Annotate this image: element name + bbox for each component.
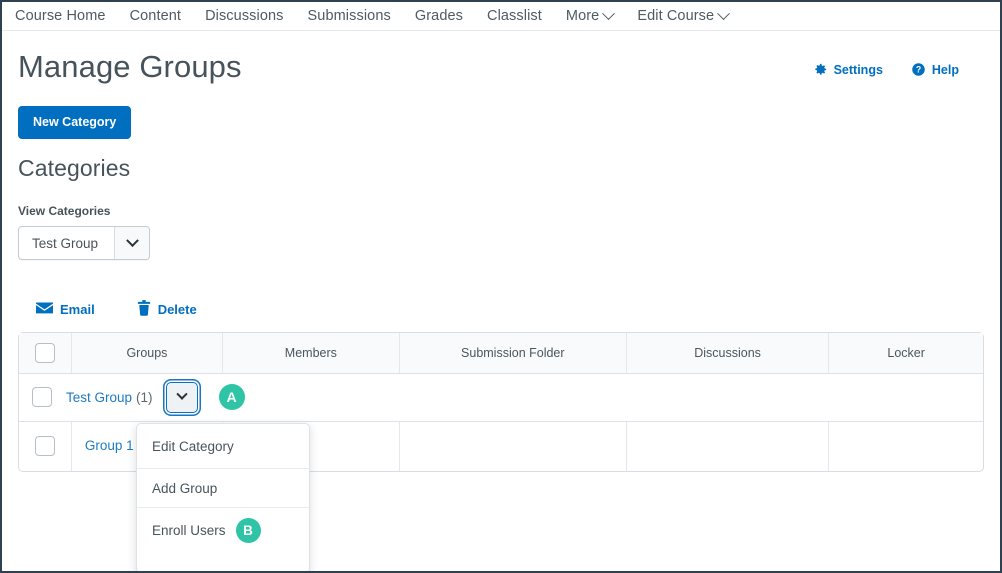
annotation-badge-a: A (218, 384, 245, 410)
help-icon: ? (911, 62, 926, 77)
row-locker-cell (829, 421, 983, 471)
category-row-cell: Test Group (1) A (19, 373, 983, 422)
menu-item-label: Enroll Users (152, 522, 226, 538)
nav-label: Discussions (205, 8, 284, 24)
menu-item-label: Add Group (152, 480, 218, 496)
menu-item-label: Edit Category (152, 438, 234, 454)
trash-icon (137, 300, 151, 319)
help-label: Help (931, 62, 959, 77)
course-navbar: Course Home Content Discussions Submissi… (2, 2, 1000, 31)
select-all-header (19, 333, 72, 374)
category-row-checkbox[interactable] (32, 387, 52, 407)
category-actions-dropdown-button[interactable] (165, 381, 198, 413)
select-all-checkbox[interactable] (34, 342, 55, 363)
nav-label: Submissions (307, 8, 391, 24)
nav-label: Grades (414, 8, 463, 24)
categories-section-title: Categories (18, 155, 131, 181)
chevron-down-icon (602, 6, 616, 20)
nav-label: Course Home (15, 8, 106, 24)
chevron-down-icon (175, 388, 188, 400)
gear-icon (813, 62, 828, 77)
column-header-groups: Groups (71, 333, 223, 374)
category-name-link[interactable]: Test Group (66, 390, 132, 405)
nav-item-edit-course[interactable]: Edit Course (637, 6, 740, 24)
column-header-discussions: Discussions (626, 333, 830, 374)
group-name-link[interactable]: Group 1 (85, 438, 134, 453)
menu-item-edit-category[interactable]: Edit Category (137, 424, 309, 469)
nav-label: Edit Course (637, 8, 715, 24)
email-button[interactable]: Email (36, 302, 95, 318)
menu-item-add-group[interactable]: Add Group (137, 469, 309, 508)
nav-item-classlist[interactable]: Classlist (487, 8, 554, 24)
view-categories-label: View Categories (18, 204, 111, 218)
column-header-members: Members (222, 333, 400, 374)
row-checkbox[interactable] (34, 436, 55, 457)
page-tools: Settings ? Help (813, 49, 984, 77)
view-categories-select[interactable]: Test Group (18, 226, 151, 260)
nav-item-submissions[interactable]: Submissions (308, 8, 403, 24)
svg-text:?: ? (916, 65, 921, 75)
column-header-locker: Locker (828, 333, 983, 374)
groups-table: Groups Members Submission Folder Discuss… (18, 332, 984, 571)
page-header: Manage Groups Settings ? Help (18, 31, 984, 85)
table-header-row: Groups Members Submission Folder Discuss… (19, 333, 983, 374)
nav-label: Classlist (487, 8, 542, 24)
delete-button[interactable]: Delete (137, 300, 197, 319)
category-context-menu: Edit Category Add Group Enroll Users B (136, 423, 310, 571)
new-category-button[interactable]: New Category (18, 106, 132, 139)
table-action-bar: Email Delete (18, 300, 984, 319)
settings-label: Settings (833, 62, 883, 77)
nav-item-more[interactable]: More (565, 6, 625, 24)
email-label: Email (60, 302, 95, 317)
nav-item-content[interactable]: Content (130, 8, 194, 24)
settings-button[interactable]: Settings (813, 62, 883, 77)
annotation-badge-b: B (235, 517, 261, 543)
category-group-count: (1) (136, 389, 153, 405)
row-submission-folder-cell (399, 421, 627, 471)
nav-label: Content (129, 8, 182, 24)
view-categories-selected-value: Test Group (32, 235, 99, 251)
chevron-down-icon (717, 6, 731, 20)
chevron-down-icon[interactable] (114, 227, 150, 259)
page-title: Manage Groups (18, 49, 242, 84)
nav-item-course-home[interactable]: Course Home (15, 8, 118, 24)
menu-item-enroll-users[interactable]: Enroll Users B (137, 508, 309, 552)
row-checkbox-cell (19, 421, 72, 471)
help-button[interactable]: ? Help (911, 62, 959, 77)
page-content: Manage Groups Settings ? Help New Catego… (2, 31, 1000, 571)
category-row: Test Group (1) A (19, 373, 983, 422)
nav-label: More (565, 8, 600, 24)
nav-item-discussions[interactable]: Discussions (205, 8, 295, 24)
delete-label: Delete (157, 302, 197, 317)
nav-item-grades[interactable]: Grades (415, 8, 475, 24)
row-discussions-cell (626, 421, 830, 471)
envelope-icon (36, 302, 53, 318)
column-header-submission-folder: Submission Folder (399, 333, 627, 374)
app-window: Course Home Content Discussions Submissi… (0, 0, 1002, 573)
